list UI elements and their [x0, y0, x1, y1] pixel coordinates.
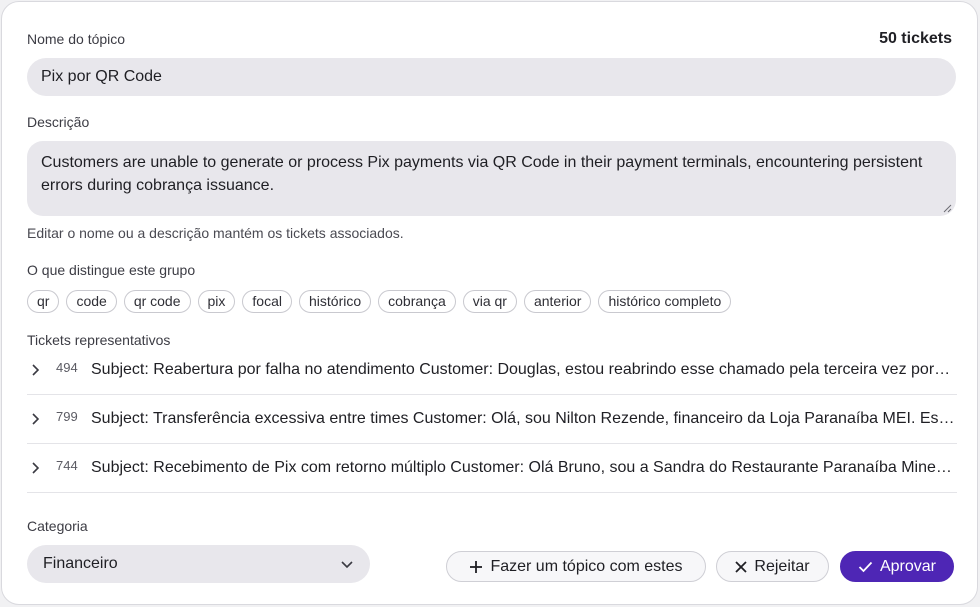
ticket-row[interactable]: 494 Subject: Reabertura por falha no ate…: [27, 346, 957, 395]
ticket-subject: Subject: Transferência excessiva entre t…: [91, 410, 955, 427]
close-icon: [735, 560, 748, 573]
topic-name-input[interactable]: [27, 58, 956, 96]
check-icon: [858, 561, 873, 572]
plus-icon: [470, 560, 483, 573]
category-selected-value: Financeiro: [43, 555, 118, 572]
reject-label: Rejeitar: [754, 557, 810, 575]
keyword-chip: cobrança: [378, 290, 456, 313]
chevron-down-icon: [341, 560, 353, 568]
keyword-chip: anterior: [523, 290, 592, 313]
keyword-chips: qr code qr code pix focal histórico cobr…: [27, 290, 732, 313]
ticket-list: 494 Subject: Reabertura por falha no ate…: [27, 346, 957, 493]
approve-button[interactable]: Aprovar: [840, 551, 954, 582]
keyword-chip: qr: [27, 290, 60, 313]
ticket-row[interactable]: 799 Subject: Transferência excessiva ent…: [27, 395, 957, 444]
create-topic-button[interactable]: Fazer um tópico com estes: [446, 551, 706, 582]
reject-button[interactable]: Rejeitar: [716, 551, 829, 582]
keyword-chip: via qr: [462, 290, 517, 313]
keyword-chip: histórico: [299, 290, 372, 313]
ticket-id: 494: [56, 359, 78, 375]
ticket-id: 799: [56, 408, 78, 424]
description-textarea[interactable]: Customers are unable to generate or proc…: [27, 141, 956, 216]
keyword-chip: code: [66, 290, 117, 313]
chevron-right-icon[interactable]: [30, 461, 52, 475]
resize-grip-icon[interactable]: [942, 203, 952, 213]
topic-review-card: Nome do tópico 50 tickets Descrição Cust…: [1, 1, 978, 605]
ticket-subject: Subject: Reabertura por falha no atendim…: [91, 361, 955, 378]
ticket-row[interactable]: 744 Subject: Recebimento de Pix com reto…: [27, 444, 957, 493]
edit-hint: Editar o nome ou a descrição mantém os t…: [27, 225, 404, 241]
category-select[interactable]: Financeiro: [27, 545, 370, 583]
chevron-right-icon[interactable]: [30, 412, 52, 426]
ticket-count: 50 tickets: [879, 30, 952, 47]
category-label: Categoria: [27, 518, 88, 534]
keyword-chip: pix: [197, 290, 236, 313]
keyword-chip: qr code: [123, 290, 191, 313]
create-topic-label: Fazer um tópico com estes: [490, 557, 683, 575]
description-label: Descrição: [27, 114, 90, 130]
chevron-right-icon[interactable]: [30, 363, 52, 377]
approve-label: Aprovar: [879, 557, 937, 575]
keywords-label: O que distingue este grupo: [27, 262, 196, 278]
topic-name-label: Nome do tópico: [27, 31, 126, 47]
ticket-subject: Subject: Recebimento de Pix com retorno …: [91, 459, 955, 476]
keyword-chip: focal: [242, 290, 292, 313]
keyword-chip: histórico completo: [598, 290, 732, 313]
ticket-id: 744: [56, 457, 78, 473]
